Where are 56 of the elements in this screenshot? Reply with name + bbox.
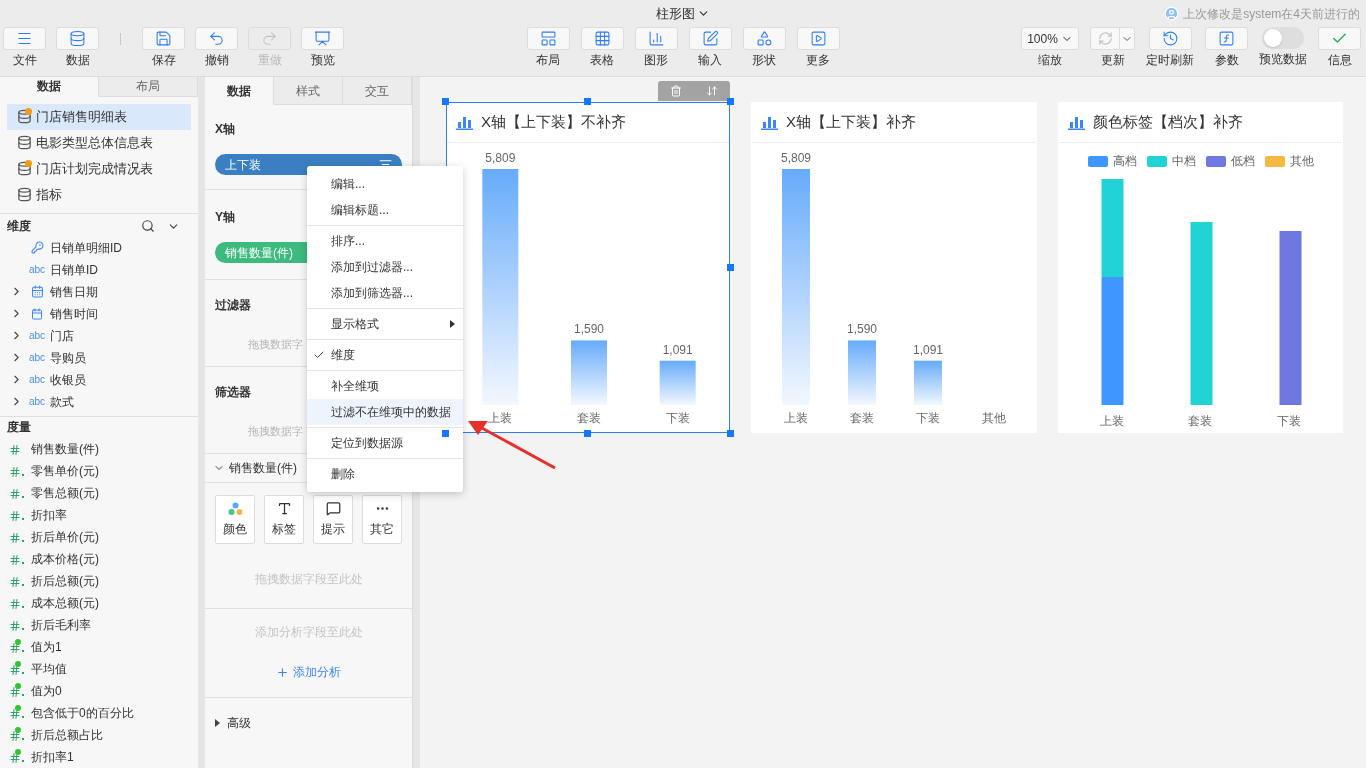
toolbar-label: 参数 (1214, 53, 1239, 67)
type-label: abc (28, 374, 46, 385)
category-label: 上装 (1100, 413, 1125, 430)
drop-hint: 拖拽数据字 (248, 424, 303, 439)
value-label: 1,590 (574, 322, 604, 337)
legend-label: 中档 (1171, 153, 1196, 170)
toolbar-label: 布局 (536, 53, 560, 67)
category-label: 套装 (850, 411, 874, 425)
legend-label: 低档 (1230, 153, 1255, 170)
category-label: 上装 (784, 411, 808, 425)
value-label: 5,809 (485, 151, 516, 165)
legend-label: 高档 (1112, 153, 1137, 170)
section-title: 高级 (227, 715, 251, 732)
toolbar-label: 文件 (12, 53, 37, 67)
legend-label: 其他 (1289, 153, 1314, 170)
type-label: abc (28, 330, 46, 341)
last-modified-text: 上次修改是system在4天前进行的 (1183, 5, 1360, 23)
category-label: 套装 (1188, 413, 1213, 430)
category-label: 下装 (1276, 413, 1301, 430)
toolbar-label: 缩放 (1038, 53, 1062, 67)
section-title: 销售数量(件) (229, 460, 297, 477)
category-label: 下装 (665, 411, 690, 425)
type-label: abc (28, 264, 46, 275)
section-title: 度量 (7, 419, 31, 437)
chart-title: X轴【上下装】不补齐 (481, 112, 626, 133)
drop-hint: 拖拽数据字 (248, 337, 303, 352)
value-label: 5,809 (781, 151, 811, 165)
toolbar-label: 保存 (151, 53, 176, 67)
chart-title: X轴【上下装】补齐 (786, 112, 916, 133)
toolbar-label: 定时刷新 (1146, 53, 1194, 67)
type-label: abc (28, 352, 46, 363)
section-title: X轴 (215, 121, 236, 138)
toolbar-label: 更多 (806, 53, 830, 67)
category-label: 其他 (982, 411, 1006, 425)
toolbar-label: 输入 (698, 53, 722, 67)
toolbar-label: 更新 (1100, 53, 1125, 67)
category-label: 套装 (577, 411, 601, 425)
value-label: 1,091 (913, 342, 943, 357)
chart-title: 颜色标签【档次】补齐 (1093, 112, 1243, 133)
toolbar-label: 撤销 (204, 53, 229, 67)
value-label: 1,091 (662, 342, 693, 357)
toolbar-label: 预览 (310, 53, 335, 67)
section-title: 过滤器 (215, 297, 251, 314)
section-title: 筛选器 (215, 384, 251, 401)
toolbar-label: 信息 (1327, 53, 1352, 67)
toolbar-label: 表格 (590, 53, 614, 67)
toolbar-label: 预览数据 (1259, 52, 1307, 66)
toolbar-label: 图形 (644, 53, 668, 67)
category-label: 下装 (916, 411, 940, 425)
toolbar-label: 数据 (65, 53, 90, 67)
type-label: abc (28, 396, 46, 407)
value-label: 1,590 (847, 322, 877, 337)
section-title: 维度 (7, 218, 32, 236)
category-label: 上装 (488, 411, 513, 425)
section-title: Y轴 (215, 209, 235, 226)
toolbar-label: 形状 (752, 53, 776, 67)
